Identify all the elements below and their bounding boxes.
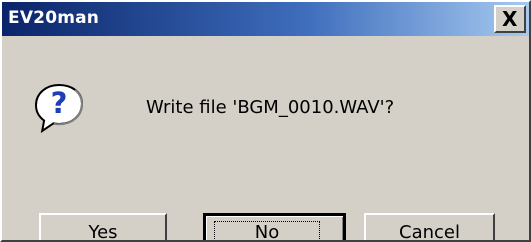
focus-rectangle: No [214,221,320,242]
yes-mnemonic: Y [88,222,98,242]
message-dialog: EV20man X ? Write file 'BGM_0010.WAV'? Y… [0,0,531,242]
yes-label-rest: es [97,222,118,242]
no-label-rest: o [268,222,280,242]
button-row: Yes No Cancel [2,36,529,240]
no-button[interactable]: No [203,213,346,242]
close-icon: X [502,7,518,31]
title-bar[interactable]: EV20man X [2,2,529,36]
dialog-content: ? Write file 'BGM_0010.WAV'? Yes No Canc… [2,36,529,240]
no-mnemonic: N [254,222,269,242]
close-button[interactable]: X [494,5,526,33]
cancel-button[interactable]: Cancel [364,213,495,240]
yes-button[interactable]: Yes [39,213,167,242]
window-title: EV20man [8,8,100,28]
